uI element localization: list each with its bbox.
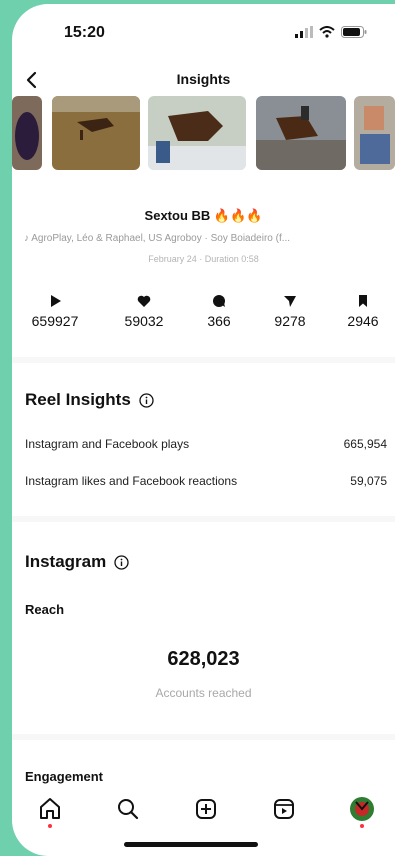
stat-value: 59032: [124, 313, 164, 329]
section-title: Reel Insights: [25, 390, 131, 409]
tab-create[interactable]: [191, 794, 221, 824]
bookmark-icon: [359, 295, 367, 307]
send-icon: [284, 296, 296, 307]
stat-value: 2946: [347, 313, 379, 329]
section-divider: [12, 357, 395, 363]
reel-thumbnail[interactable]: [12, 96, 42, 170]
status-bar: 15:20: [12, 4, 395, 64]
reel-insights-heading: Reel Insights: [25, 390, 154, 410]
tab-search[interactable]: [113, 794, 143, 824]
reels-icon: [274, 799, 294, 819]
reel-thumbnail[interactable]: [52, 96, 140, 170]
section-divider: [12, 734, 395, 740]
stat-shares: 9278: [255, 294, 325, 331]
reel-thumbnail[interactable]: [354, 96, 395, 170]
insight-value: 59,075: [350, 474, 387, 488]
status-icons: [295, 26, 367, 38]
insight-label: Instagram likes and Facebook reactions: [25, 474, 238, 488]
reel-thumbnail-strip[interactable]: [12, 96, 395, 172]
stat-value: 659927: [31, 313, 79, 329]
insight-row: Instagram and Facebook plays 665,954: [25, 437, 387, 451]
reel-title-block: Sextou BB 🔥🔥🔥: [12, 208, 395, 224]
reach-caption: Accounts reached: [155, 686, 252, 700]
insight-label: Instagram and Facebook plays: [25, 437, 190, 451]
reach-value: 628,023: [167, 648, 240, 670]
info-icon[interactable]: [139, 392, 154, 408]
comment-icon: [213, 295, 225, 307]
play-icon: [51, 295, 61, 307]
top-nav: Insights: [12, 62, 395, 98]
reel-thumbnail[interactable]: [148, 96, 246, 170]
heart-icon: [137, 295, 151, 307]
reel-title: Sextou BB 🔥🔥🔥: [144, 208, 263, 223]
notification-dot: [360, 824, 364, 828]
tab-reels[interactable]: [269, 794, 299, 824]
home-indicator[interactable]: [124, 842, 258, 847]
instagram-heading: Instagram: [25, 552, 129, 572]
reach-label: Reach: [25, 602, 65, 617]
notification-dot: [48, 824, 52, 828]
insight-value: 665,954: [343, 437, 387, 451]
home-icon: [40, 798, 60, 819]
battery-icon: [341, 26, 367, 38]
stat-likes: 59032: [109, 294, 179, 331]
engagement-label: Engagement: [25, 769, 104, 784]
bottom-tab-bar: [12, 784, 395, 834]
audio-icon: ♪: [24, 233, 29, 244]
tab-home[interactable]: [35, 794, 65, 828]
phone-screen: 15:20 Insights Sextou BB 🔥🔥🔥 ♪ AgroPlay,…: [12, 4, 395, 856]
audio-label: AgroPlay, Léo & Raphael, US Agroboy · So…: [31, 233, 291, 244]
search-icon: [118, 799, 139, 820]
stat-value: 9278: [274, 313, 306, 329]
stat-value: 366: [207, 313, 231, 329]
stat-comments: 366: [184, 294, 254, 331]
create-icon: [196, 799, 216, 819]
wifi-icon: [319, 26, 335, 38]
profile-avatar: [350, 797, 374, 821]
reel-meta: February 24 · Duration 0:58: [148, 254, 259, 264]
signal-icon: [295, 26, 313, 38]
reel-stats-row: 659927 59032 366 9278 2946: [12, 294, 395, 338]
reel-thumbnail[interactable]: [256, 96, 346, 170]
section-divider: [12, 516, 395, 522]
reel-audio[interactable]: ♪ AgroPlay, Léo & Raphael, US Agroboy · …: [24, 233, 290, 244]
stat-plays: 659927: [20, 294, 90, 331]
status-time: 15:20: [64, 24, 105, 41]
section-title: Instagram: [25, 552, 107, 571]
page-title: Insights: [176, 71, 231, 87]
info-icon[interactable]: [114, 554, 129, 570]
stat-saves: 2946: [328, 294, 395, 331]
insight-row: Instagram likes and Facebook reactions 5…: [25, 474, 387, 488]
tab-profile[interactable]: [347, 794, 377, 828]
